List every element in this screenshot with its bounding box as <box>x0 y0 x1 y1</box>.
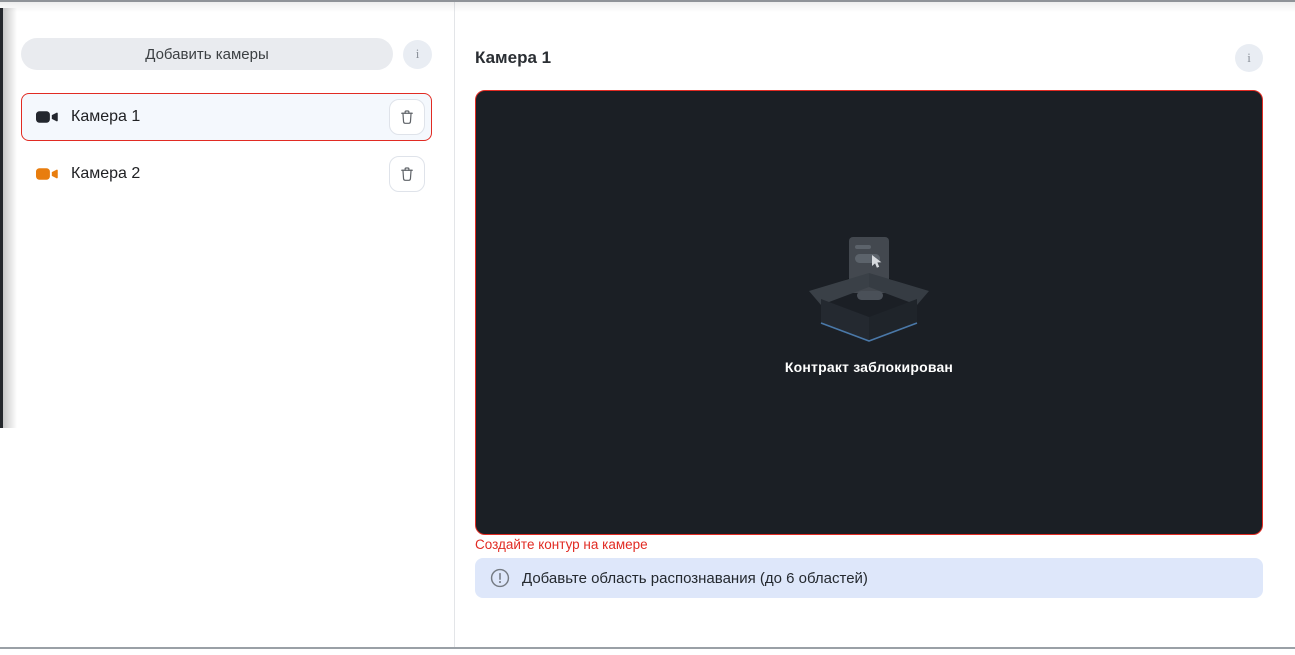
sidebar-info-button[interactable]: i <box>403 39 432 69</box>
top-shadow <box>0 2 1295 12</box>
camera-list-item-1[interactable]: Камера 1 <box>21 93 432 141</box>
camera-settings-window: Добавить камеры i Камера 1 Камера 2 Каме… <box>0 0 1295 655</box>
camera-sidebar: Добавить камеры i Камера 1 Камера 2 <box>0 2 455 647</box>
camera-detail-panel: Камера 1 i Контракт заблокирован Создайт… <box>475 2 1263 647</box>
camera-preview-area[interactable]: Контракт заблокирован <box>475 90 1263 535</box>
empty-state: Контракт заблокирован <box>784 236 954 375</box>
video-camera-icon <box>36 111 58 123</box>
trash-icon <box>401 110 413 124</box>
delete-camera-button[interactable] <box>389 156 425 192</box>
camera-list-item-2[interactable]: Камера 2 <box>21 150 432 198</box>
open-box-icon <box>808 236 929 342</box>
bottom-window-border <box>0 647 1295 649</box>
top-window-border <box>0 0 1295 2</box>
camera-name: Камера 1 <box>71 108 141 125</box>
info-banner-text: Добавьте область распознавания (до 6 обл… <box>522 569 868 587</box>
validation-error-text: Создайте контур на камере <box>475 537 648 552</box>
camera-detail-header: Камера 1 i <box>475 40 1263 76</box>
info-banner: Добавьте область распознавания (до 6 обл… <box>475 558 1263 598</box>
exclamation-circle-icon <box>490 568 510 588</box>
trash-icon <box>401 167 413 181</box>
page-title: Камера 1 <box>475 48 552 67</box>
sidebar-toolbar: Добавить камеры i <box>21 38 432 70</box>
camera-info-button[interactable]: i <box>1235 44 1263 72</box>
video-camera-icon <box>36 168 58 180</box>
preview-status-text: Контракт заблокирован <box>784 358 954 375</box>
add-cameras-button[interactable]: Добавить камеры <box>21 38 393 70</box>
camera-name: Камера 2 <box>71 165 141 182</box>
camera-list: Камера 1 Камера 2 <box>21 93 432 198</box>
drawer-edge-shadow <box>3 8 17 428</box>
delete-camera-button[interactable] <box>389 99 425 135</box>
